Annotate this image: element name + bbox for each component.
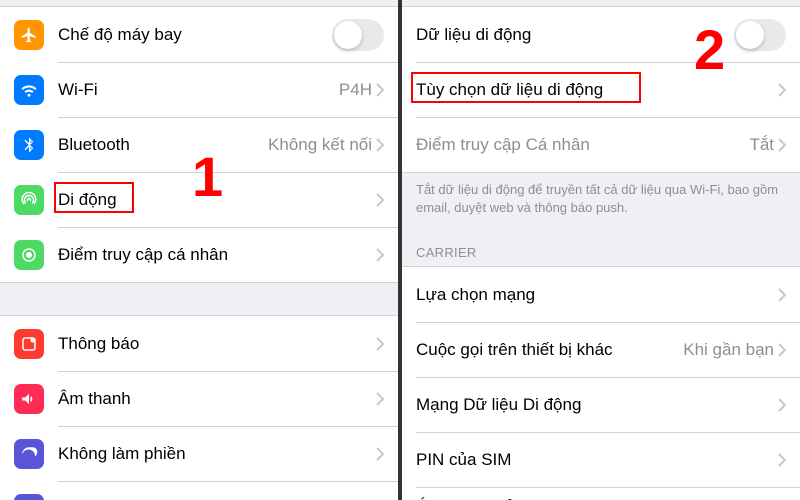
airplane-toggle[interactable] xyxy=(332,19,384,51)
settings-main-panel: Chế độ máy bay Wi-Fi P4H Bluetooth Không… xyxy=(0,0,398,500)
chevron-icon xyxy=(376,447,384,461)
row-calls-other-devices[interactable]: Cuộc gọi trên thiết bị khác Khi gần bạn xyxy=(402,322,800,377)
bluetooth-label: Bluetooth xyxy=(58,135,268,155)
cellular-options-label: Tùy chọn dữ liệu di động xyxy=(416,80,778,100)
personal-hotspot-label: Điểm truy cập Cá nhân xyxy=(416,135,749,155)
row-cellular-data[interactable]: Dữ liệu di động xyxy=(402,7,800,62)
calls-other-detail: Khi gần bạn xyxy=(683,340,774,360)
chevron-icon xyxy=(376,193,384,207)
bluetooth-icon xyxy=(14,130,44,160)
dnd-label: Không làm phiền xyxy=(58,444,376,464)
cellular-data-toggle[interactable] xyxy=(734,19,786,51)
chevron-icon xyxy=(376,392,384,406)
calls-other-label: Cuộc gọi trên thiết bị khác xyxy=(416,340,683,360)
chevron-icon xyxy=(778,398,786,412)
cellular-label: Di động xyxy=(58,190,376,210)
chevron-icon xyxy=(778,288,786,302)
row-sim-pin[interactable]: PIN của SIM xyxy=(402,432,800,487)
cellular-icon xyxy=(14,185,44,215)
row-cellular[interactable]: Di động xyxy=(0,172,398,227)
chevron-icon xyxy=(376,248,384,262)
carrier-section-header: CARRIER xyxy=(402,231,800,266)
row-hotspot[interactable]: Điểm truy cập cá nhân xyxy=(0,227,398,282)
sound-icon xyxy=(14,384,44,414)
chevron-icon xyxy=(376,138,384,152)
hotspot-label: Điểm truy cập cá nhân xyxy=(58,245,376,265)
dnd-icon xyxy=(14,439,44,469)
cellular-network-label: Mạng Dữ liệu Di động xyxy=(416,395,778,415)
row-notifications[interactable]: Thông báo xyxy=(0,316,398,371)
notifications-label: Thông báo xyxy=(58,334,376,354)
row-personal-hotspot[interactable]: Điểm truy cập Cá nhân Tắt xyxy=(402,117,800,172)
airplane-icon xyxy=(14,20,44,50)
screentime-icon xyxy=(14,494,44,500)
row-sim-apps[interactable]: Ứng dụng của SIM xyxy=(402,487,800,500)
chevron-icon xyxy=(778,83,786,97)
cellular-help-text: Tắt dữ liệu di động để truyền tất cả dữ … xyxy=(402,173,800,231)
chevron-icon xyxy=(376,83,384,97)
row-sound[interactable]: Âm thanh xyxy=(0,371,398,426)
network-selection-label: Lựa chọn mạng xyxy=(416,285,778,305)
row-dnd[interactable]: Không làm phiền xyxy=(0,426,398,481)
chevron-icon xyxy=(778,138,786,152)
airplane-label: Chế độ máy bay xyxy=(58,25,332,45)
bluetooth-detail: Không kết nối xyxy=(268,135,372,155)
wifi-detail: P4H xyxy=(339,80,372,100)
wifi-label: Wi-Fi xyxy=(58,80,339,100)
chevron-icon xyxy=(778,453,786,467)
row-screentime[interactable]: Thời gian sử dụng xyxy=(0,481,398,500)
chevron-icon xyxy=(778,343,786,357)
cellular-panel: Dữ liệu di động Tùy chọn dữ liệu di động… xyxy=(402,0,800,500)
cellular-data-label: Dữ liệu di động xyxy=(416,25,734,45)
row-cellular-options[interactable]: Tùy chọn dữ liệu di động xyxy=(402,62,800,117)
row-bluetooth[interactable]: Bluetooth Không kết nối xyxy=(0,117,398,172)
row-airplane-mode[interactable]: Chế độ máy bay xyxy=(0,7,398,62)
row-wifi[interactable]: Wi-Fi P4H xyxy=(0,62,398,117)
personal-hotspot-detail: Tắt xyxy=(749,135,774,155)
sound-label: Âm thanh xyxy=(58,389,376,409)
row-network-selection[interactable]: Lựa chọn mạng xyxy=(402,267,800,322)
chevron-icon xyxy=(376,337,384,351)
sim-pin-label: PIN của SIM xyxy=(416,450,778,470)
row-cellular-network[interactable]: Mạng Dữ liệu Di động xyxy=(402,377,800,432)
notifications-icon xyxy=(14,329,44,359)
wifi-icon xyxy=(14,75,44,105)
hotspot-icon xyxy=(14,240,44,270)
